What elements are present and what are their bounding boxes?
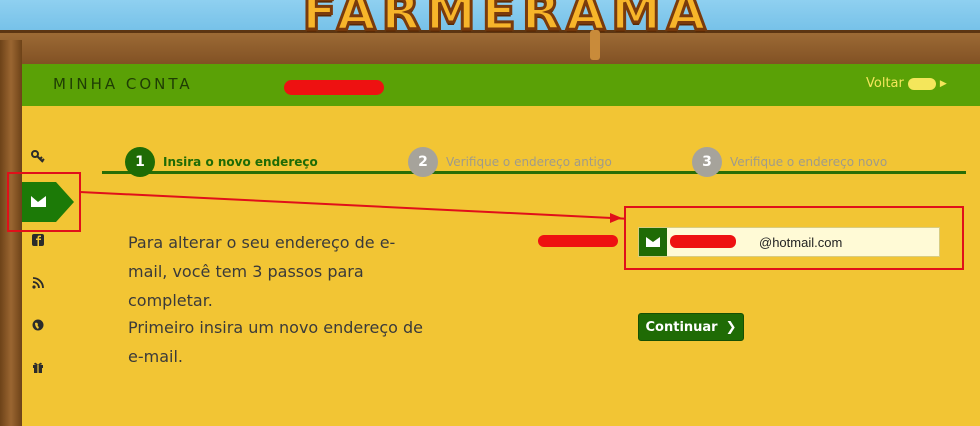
logo-decoration (590, 30, 600, 60)
globe-icon[interactable] (28, 318, 48, 338)
step-3: 3 Verifique o endereço novo (692, 147, 887, 177)
continue-label: Continuar (645, 319, 718, 335)
gift-icon[interactable] (28, 360, 48, 380)
back-label: Voltar (866, 76, 904, 91)
redaction-mark (538, 235, 618, 247)
caret-right-icon: ▶ (939, 78, 947, 89)
key-icon[interactable] (28, 150, 48, 170)
game-logo: FARMERAMA (301, 0, 712, 41)
step-number: 3 (692, 147, 722, 177)
gamepad-icon (907, 77, 936, 90)
step-2: 2 Verifique o endereço antigo (408, 147, 612, 177)
instruction-text: Para alterar o seu endereço de e-mail, v… (128, 233, 396, 310)
rss-icon[interactable] (28, 276, 48, 296)
chevron-right-icon: ❯ (725, 319, 737, 335)
facebook-icon[interactable] (28, 233, 48, 253)
step-label: Insira o novo endereço (163, 155, 318, 169)
continue-button[interactable]: Continuar ❯ (638, 313, 744, 341)
redaction-mark (284, 80, 384, 95)
annotation-box-sidebar (7, 172, 81, 232)
annotation-box-email (624, 206, 964, 270)
back-link[interactable]: Voltar ▶ (866, 76, 947, 91)
step-number: 2 (408, 147, 438, 177)
page-title: MINHA CONTA (53, 75, 193, 93)
step-label: Verifique o endereço antigo (446, 155, 612, 169)
step-number: 1 (125, 147, 155, 177)
step-1: 1 Insira o novo endereço (125, 147, 318, 177)
step-label: Verifique o endereço novo (730, 155, 888, 169)
wood-frame-left (0, 40, 22, 426)
instruction-text-2: Primeiro insira um novo endereço de e-ma… (128, 318, 424, 366)
annotation-arrowhead (610, 213, 622, 223)
